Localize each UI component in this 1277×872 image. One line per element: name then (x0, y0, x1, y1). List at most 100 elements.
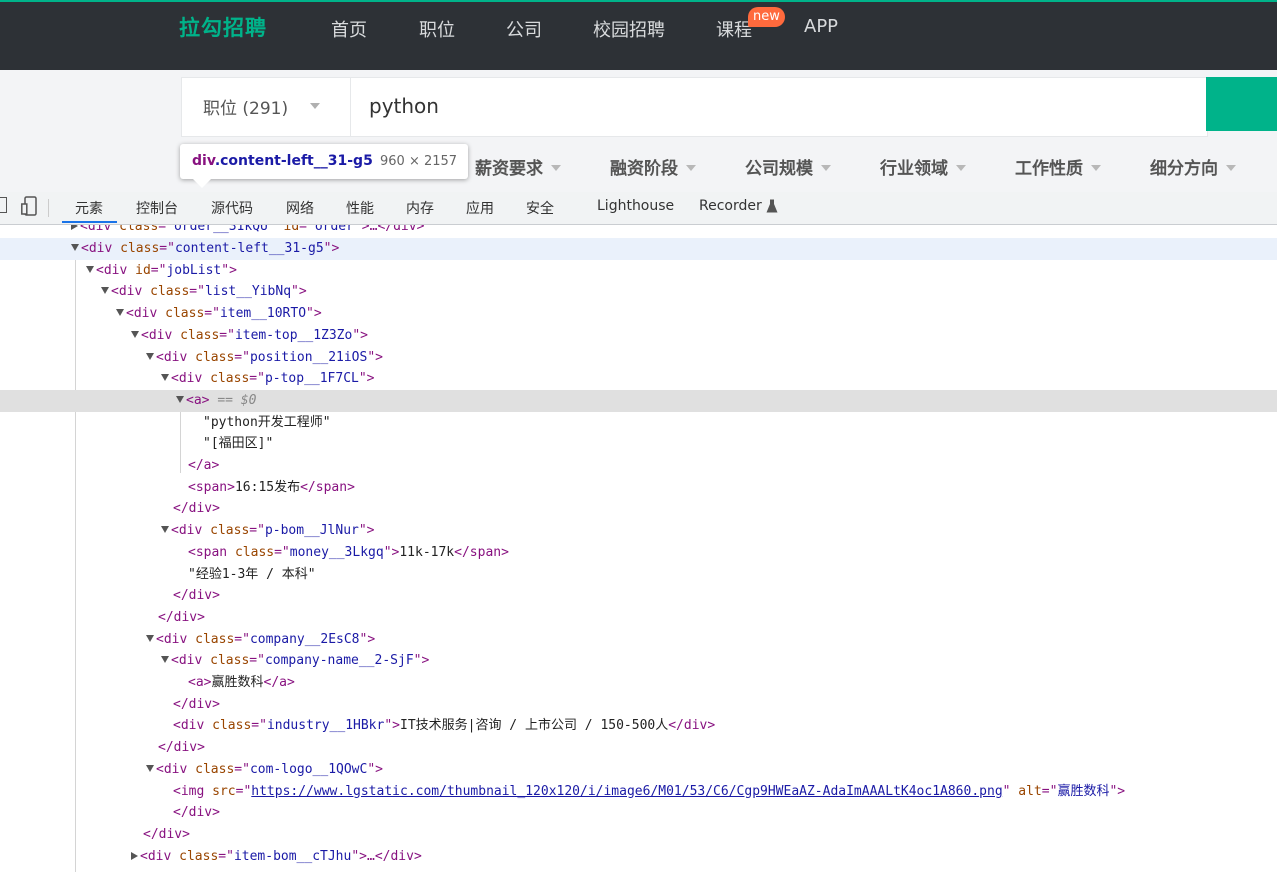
tab-network[interactable]: 网络 (286, 198, 314, 218)
search-type-dropdown[interactable]: 职位 (291) (182, 78, 351, 136)
chevron-down-icon (686, 165, 696, 171)
dom-node[interactable]: <div class="item__10RTO"> (0, 303, 1277, 325)
dom-node[interactable]: <div class="com-logo__1QOwC"> (0, 759, 1277, 781)
expanded-triangle-icon[interactable] (146, 634, 154, 642)
image-src-link[interactable]: https://www.lgstatic.com/thumbnail_120x1… (251, 784, 1002, 799)
filter-salary[interactable]: 薪资要求 (475, 154, 561, 179)
dom-node[interactable]: <div class="p-top__1F7CL"> (0, 368, 1277, 390)
nav-app[interactable]: APP (804, 16, 838, 37)
chevron-down-icon (310, 103, 320, 109)
site-top-nav: 拉勾招聘 首页 职位 公司 校园招聘 课程 new APP (0, 0, 1277, 70)
dom-node[interactable]: <div class="p-bom__JlNur"> (0, 520, 1277, 542)
dom-text-node[interactable]: "经验1-3年 / 本科" (0, 564, 1277, 586)
site-logo[interactable]: 拉勾招聘 (179, 12, 267, 42)
chevron-down-icon (1226, 165, 1236, 171)
dom-node[interactable]: <div class="company__2EsC8"> (0, 629, 1277, 651)
nav-jobs[interactable]: 职位 (419, 16, 455, 42)
dom-node[interactable]: <div class="list__YibNq"> (0, 281, 1277, 303)
dom-node-hovered[interactable]: <div class="content-left__31-g5"> (0, 238, 1277, 260)
dom-text-node[interactable]: "python开发工程师" (0, 412, 1277, 434)
tooltip-class: .content-left__31-g5 (214, 153, 373, 169)
search-type-label: 职位 (291) (203, 99, 289, 119)
expanded-triangle-icon[interactable] (146, 352, 154, 360)
collapsed-triangle-icon[interactable] (71, 225, 78, 230)
filter-funding[interactable]: 融资阶段 (610, 154, 696, 179)
collapsed-triangle-icon[interactable] (131, 851, 138, 860)
filter-industry[interactable]: 行业领域 (880, 154, 966, 179)
element-inspect-tooltip: div.content-left__31-g5 960 × 2157 (180, 144, 468, 179)
dom-text-node[interactable]: "[福田区]" (0, 433, 1277, 455)
dom-node-selected[interactable]: <a> == $0 (0, 389, 1277, 412)
filter-label: 行业领域 (880, 159, 948, 179)
expanded-triangle-icon[interactable] (161, 374, 169, 382)
inspect-element-icon[interactable] (0, 197, 7, 213)
tooltip-tag: div (192, 153, 215, 169)
expanded-triangle-icon[interactable] (161, 526, 169, 534)
tab-sources[interactable]: 源代码 (211, 198, 253, 218)
expanded-triangle-icon[interactable] (71, 244, 79, 251)
dom-node[interactable]: <img src="https://www.lgstatic.com/thumb… (0, 781, 1277, 803)
tab-console[interactable]: 控制台 (136, 198, 178, 218)
new-badge: new (748, 7, 785, 27)
expanded-triangle-icon[interactable] (131, 330, 139, 338)
filter-label: 工作性质 (1015, 159, 1083, 179)
devtools-tabbar: 元素 控制台 源代码 网络 性能 内存 应用 安全 Lighthouse Rec… (0, 192, 1277, 225)
tooltip-selector: div.content-left__31-g5 (192, 153, 373, 169)
tab-application[interactable]: 应用 (466, 198, 494, 218)
filter-label: 融资阶段 (610, 159, 678, 179)
filter-direction[interactable]: 细分方向 (1150, 154, 1236, 179)
dom-close-tag[interactable]: </div> (0, 737, 1277, 759)
nav-companies[interactable]: 公司 (506, 16, 542, 42)
search-input[interactable] (357, 84, 1201, 128)
dom-node[interactable]: <div id="jobList"> (0, 260, 1277, 282)
search-button[interactable] (1206, 77, 1277, 131)
filter-label: 薪资要求 (475, 159, 543, 179)
expanded-triangle-icon[interactable] (176, 395, 184, 403)
nav-campus[interactable]: 校园招聘 (593, 16, 665, 42)
dom-close-tag[interactable]: </div> (0, 585, 1277, 607)
dom-close-tag[interactable]: </div> (0, 607, 1277, 629)
dom-close-tag[interactable]: </a> (0, 455, 1277, 477)
nav-home[interactable]: 首页 (331, 16, 367, 42)
dom-close-tag[interactable]: </div> (0, 498, 1277, 520)
dom-node[interactable]: <a>赢胜数科</a> (0, 672, 1277, 694)
toolbar-divider (48, 199, 49, 217)
dom-node[interactable]: <div class="industry__1HBkr">IT技术服务|咨询 /… (0, 715, 1277, 737)
tab-security[interactable]: 安全 (526, 198, 554, 218)
dom-node[interactable]: <div class="order__31kQU" id="order">…</… (0, 225, 1277, 238)
search-box: 职位 (291) (181, 77, 1208, 137)
tab-lighthouse[interactable]: Lighthouse (597, 198, 674, 214)
tooltip-size: 960 × 2157 (380, 154, 458, 169)
chevron-down-icon (1091, 165, 1101, 171)
dom-close-tag[interactable]: </div> (0, 802, 1277, 824)
chevron-down-icon (821, 165, 831, 171)
tab-performance[interactable]: 性能 (346, 198, 374, 218)
dom-node[interactable]: <span>16:15发布</span> (0, 477, 1277, 499)
expanded-triangle-icon[interactable] (161, 656, 169, 664)
nav-courses[interactable]: 课程 (716, 16, 752, 42)
accent-line (0, 0, 1277, 2)
experiment-flask-icon (766, 199, 778, 213)
expanded-triangle-icon[interactable] (116, 309, 124, 317)
chevron-down-icon (551, 165, 561, 171)
tab-recorder[interactable]: Recorder (699, 198, 762, 214)
tab-elements[interactable]: 元素 (75, 198, 103, 218)
expanded-triangle-icon[interactable] (86, 265, 94, 273)
dom-close-tag[interactable]: </div> (0, 694, 1277, 716)
expanded-triangle-icon[interactable] (101, 287, 109, 295)
dom-node[interactable]: <div class="item-bom__cTJhu">…</div> (0, 846, 1277, 868)
dom-close-tag[interactable]: </div> (0, 824, 1277, 846)
filter-company-size[interactable]: 公司规模 (745, 154, 831, 179)
dom-node[interactable]: <div class="company-name__2-SjF"> (0, 650, 1277, 672)
chevron-down-icon (956, 165, 966, 171)
expanded-triangle-icon[interactable] (146, 764, 154, 772)
dom-tree: <div class="order__31kQU" id="order">…</… (0, 225, 1277, 872)
device-toolbar-icon[interactable] (21, 196, 37, 216)
active-tab-indicator (62, 221, 117, 223)
tooltip-arrow (193, 179, 211, 188)
dom-node[interactable]: <div class="position__21iOS"> (0, 347, 1277, 369)
dom-node[interactable]: <div class="item-top__1Z3Zo"> (0, 325, 1277, 347)
tab-memory[interactable]: 内存 (406, 198, 434, 218)
dom-node[interactable]: <span class="money__3Lkgq">11k-17k</span… (0, 542, 1277, 564)
filter-job-type[interactable]: 工作性质 (1015, 154, 1101, 179)
